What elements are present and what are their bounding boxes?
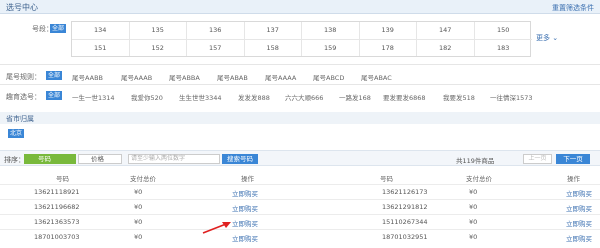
search-number-button[interactable]: 搜索号码 (222, 154, 258, 164)
segment-grid: 134 135 136 137 138 139 147 150 151 152 … (71, 21, 533, 57)
segment-option[interactable]: 139 (360, 22, 417, 39)
annotation-arrow-icon (202, 222, 231, 234)
buy-now-link[interactable]: 立即购买 (232, 203, 258, 213)
price: ¥0 (134, 218, 143, 226)
tail-rule-option[interactable]: 尾号ABCD (313, 72, 344, 82)
buy-now-link[interactable]: 立即购买 (566, 188, 592, 198)
sort-bar: 排序： 号码 价格 请至少输入两位数字 搜索号码 共119件商品 上一页 下一页 (0, 150, 600, 166)
fun-select-option[interactable]: 我要发518 (443, 92, 475, 102)
divider (0, 84, 600, 85)
page-title: 选号中心 (6, 3, 38, 12)
fun-select-option[interactable]: 我爱你520 (131, 92, 163, 102)
price: ¥0 (469, 188, 478, 196)
column-header-price: 支付总价 (130, 175, 156, 183)
buy-now-link[interactable]: 立即购买 (232, 218, 258, 228)
buy-now-link[interactable]: 立即购买 (566, 218, 592, 228)
number-search-input[interactable]: 请至少输入两位数字 (128, 154, 220, 164)
province-city-tag[interactable]: 北京 (8, 129, 25, 138)
table-row: 13621363573 ¥0 立即购买 15110267344 ¥0 立即购买 (0, 215, 600, 230)
fun-select-label: 趣育选号： (6, 93, 41, 101)
phone-number: 13621363573 (34, 218, 80, 226)
prev-page-button[interactable]: 上一页 (523, 154, 552, 164)
segment-option[interactable]: 159 (302, 39, 360, 56)
tail-rule-option[interactable]: 尾号AAAA (265, 72, 296, 82)
buy-now-link[interactable]: 立即购买 (566, 203, 592, 213)
fun-select-option[interactable]: 一路发168 (339, 92, 371, 102)
fun-select-option[interactable]: 要发要发6868 (383, 92, 426, 102)
price: ¥0 (134, 188, 143, 196)
total-count: 共119件商品 (456, 157, 495, 165)
phone-number: 15110267344 (382, 218, 428, 226)
sort-by-number-button[interactable]: 号码 (24, 154, 76, 164)
buy-now-link[interactable]: 立即购买 (566, 233, 592, 243)
table-row: 13621196682 ¥0 立即购买 13621291812 ¥0 立即购买 (0, 200, 600, 215)
price: ¥0 (469, 233, 478, 241)
segment-option[interactable]: 137 (245, 22, 302, 39)
segment-option[interactable]: 183 (474, 39, 532, 56)
price: ¥0 (134, 203, 143, 211)
segment-all-tag[interactable]: 全部 (50, 24, 67, 33)
price: ¥0 (469, 203, 478, 211)
phone-number: 13621291812 (382, 203, 428, 211)
fun-select-all-tag[interactable]: 全部 (46, 91, 63, 100)
tail-rule-all-tag[interactable]: 全部 (46, 71, 63, 80)
fun-select-option[interactable]: 发发发888 (238, 92, 270, 102)
divider (0, 64, 600, 65)
buy-now-link[interactable]: 立即购买 (232, 233, 258, 243)
price: ¥0 (134, 233, 143, 241)
segment-option[interactable]: 138 (302, 22, 360, 39)
phone-number: 18701032951 (382, 233, 428, 241)
phone-number: 13621126173 (382, 188, 428, 196)
phone-number: 18701003703 (34, 233, 80, 241)
next-page-button[interactable]: 下一页 (556, 154, 590, 164)
table-row: 13621118921 ¥0 立即购买 13621126173 ¥0 立即购买 (0, 185, 600, 200)
segment-option[interactable]: 152 (129, 39, 187, 56)
segment-option[interactable]: 178 (359, 39, 417, 56)
reset-filters-link[interactable]: 重置筛选条件 (552, 3, 594, 13)
column-header-action: 操作 (567, 175, 580, 183)
selection-header: 选号中心 重置筛选条件 (0, 0, 600, 14)
fun-select-option[interactable]: 一往情深1573 (490, 92, 533, 102)
segment-option[interactable]: 147 (417, 22, 475, 39)
segment-option[interactable]: 158 (244, 39, 302, 56)
tail-rule-option[interactable]: 尾号ABAC (361, 72, 392, 82)
price: ¥0 (469, 218, 478, 226)
phone-number: 13621118921 (34, 188, 80, 196)
more-segments-link[interactable]: 更多 ⌄ (536, 33, 558, 43)
segment-option[interactable]: 157 (187, 39, 245, 56)
segment-option[interactable]: 135 (130, 22, 187, 39)
province-header: 省市归属 (0, 112, 600, 124)
column-header-price: 支付总价 (466, 175, 492, 183)
fun-select-option[interactable]: 生生世世3344 (179, 92, 222, 102)
column-header-number: 号码 (56, 175, 69, 183)
buy-now-link[interactable]: 立即购买 (232, 188, 258, 198)
fun-select-option[interactable]: 六六大顺666 (285, 92, 323, 102)
tail-rule-option[interactable]: 尾号AAAB (121, 72, 152, 82)
table-row: 18701003703 ¥0 立即购买 18701032951 ¥0 立即购买 (0, 230, 600, 245)
segment-option[interactable]: 150 (475, 22, 533, 39)
tail-rule-label: 尾号规则： (6, 73, 41, 81)
tail-rule-option[interactable]: 尾号AABB (72, 72, 103, 82)
fun-select-option[interactable]: 一生一世1314 (72, 92, 115, 102)
province-title: 省市归属 (6, 115, 34, 123)
tail-rule-option[interactable]: 尾号ABBA (169, 72, 200, 82)
segment-option[interactable]: 136 (187, 22, 245, 39)
segment-option[interactable]: 182 (417, 39, 475, 56)
segment-option[interactable]: 151 (72, 39, 130, 56)
tail-rule-option[interactable]: 尾号ABAB (217, 72, 248, 82)
phone-number: 13621196682 (34, 203, 80, 211)
column-header-number: 号码 (380, 175, 393, 183)
sort-label: 排序： (4, 156, 25, 164)
segment-option[interactable]: 134 (72, 22, 130, 39)
column-header-action: 操作 (241, 175, 254, 183)
sort-by-price-button[interactable]: 价格 (78, 154, 122, 164)
